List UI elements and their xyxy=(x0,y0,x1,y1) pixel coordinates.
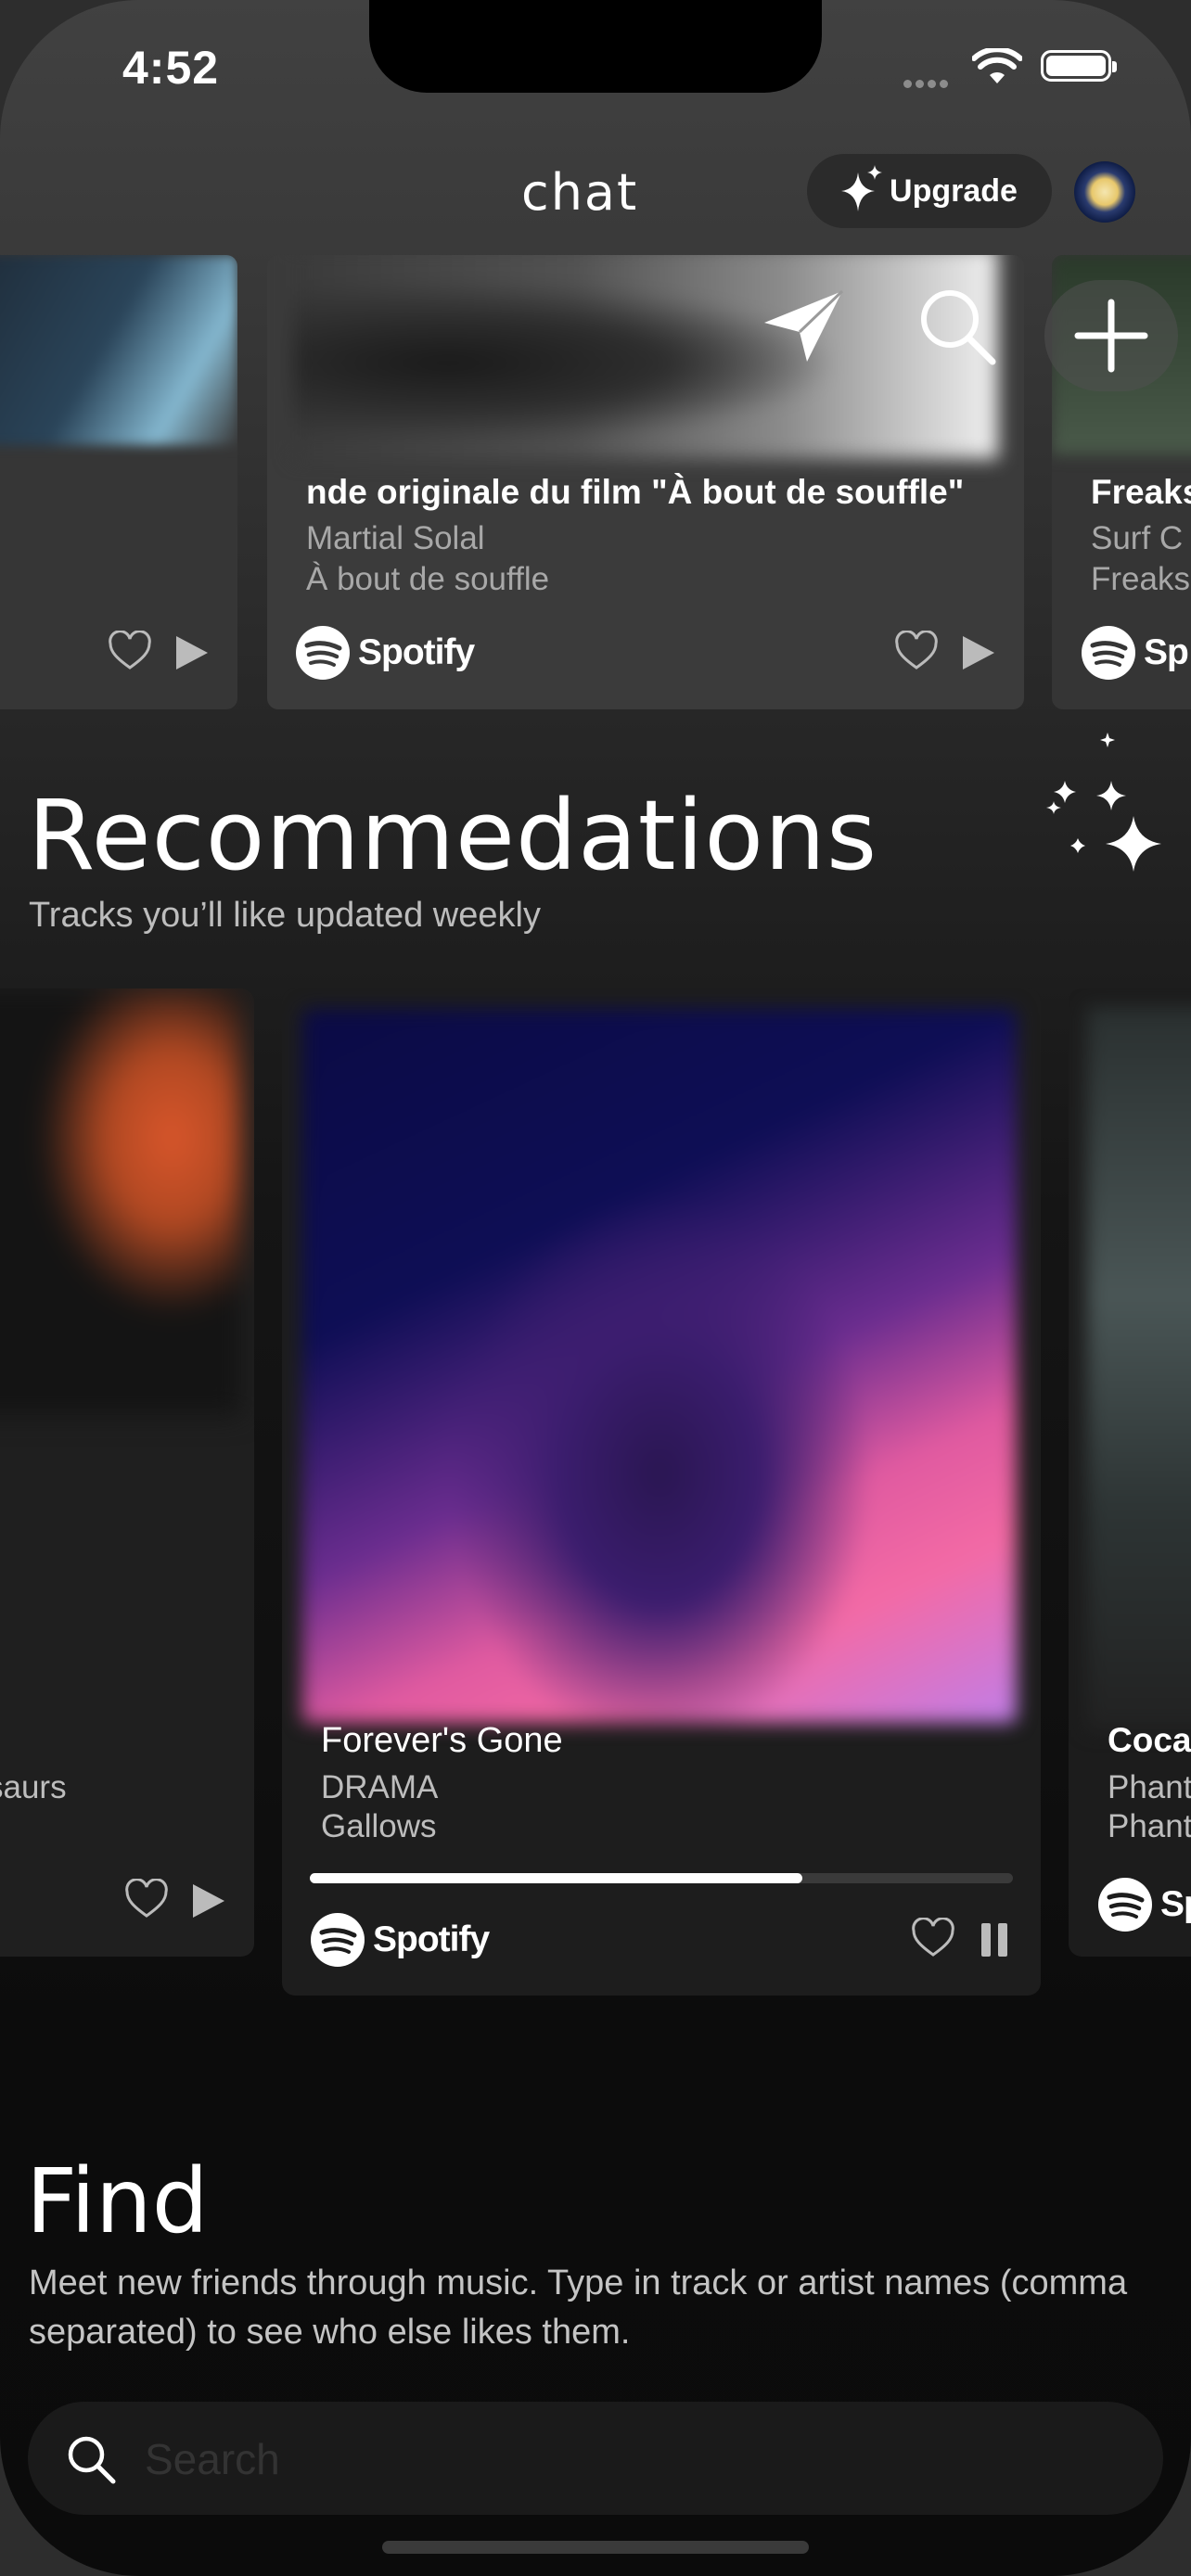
play-icon[interactable] xyxy=(961,634,996,671)
play-icon[interactable] xyxy=(174,634,210,671)
sparkles-icon xyxy=(841,165,883,211)
playback-progress-fill xyxy=(310,1873,802,1883)
track-artist: Martial Solal xyxy=(306,520,485,556)
header-title: chat xyxy=(521,163,639,222)
spotify-logo: Spotify xyxy=(295,625,475,681)
track-title: nde originale du film "À bout de souffle… xyxy=(306,473,965,511)
search-icon[interactable] xyxy=(916,286,998,367)
track-album: À bout de souffle xyxy=(306,561,550,597)
recommendations-subtitle: Tracks you’ll like updated weekly xyxy=(29,896,541,935)
track-album: saurs xyxy=(0,1769,67,1805)
add-button[interactable] xyxy=(1044,280,1178,391)
track-album: Gallows xyxy=(321,1808,437,1844)
search-icon xyxy=(68,2436,116,2484)
spotify-logo: Sp xyxy=(1081,625,1189,681)
find-description: Meet new friends through music. Type in … xyxy=(29,2264,1128,2352)
track-artist: Phant xyxy=(1108,1769,1191,1805)
heart-icon[interactable] xyxy=(894,631,939,671)
album-art xyxy=(0,988,241,1415)
playback-progress-bar[interactable] xyxy=(310,1873,1013,1883)
spotify-wordmark: Sp xyxy=(1160,1884,1191,1924)
status-time: 4:52 xyxy=(122,42,220,94)
album-art xyxy=(1087,1007,1191,1730)
upgrade-button[interactable]: Upgrade xyxy=(807,154,1052,228)
recommendations-title: Recommedations xyxy=(28,779,878,892)
spotify-wordmark: Spotify xyxy=(373,1919,490,1959)
sparkles-icon xyxy=(1046,733,1161,872)
spotify-logo: Sp xyxy=(1097,1877,1191,1932)
home-indicator xyxy=(382,2541,809,2554)
spotify-icon xyxy=(1098,1878,1152,1932)
spotify-icon xyxy=(296,626,350,680)
find-title: Find xyxy=(26,2149,209,2253)
upgrade-label: Upgrade xyxy=(890,172,1018,209)
track-title: Forever's Gone xyxy=(321,1721,563,1760)
search-bar[interactable] xyxy=(28,2402,1163,2517)
play-icon[interactable] xyxy=(191,1882,226,1919)
spotify-wordmark: Sp xyxy=(1144,632,1189,672)
device-notch xyxy=(369,0,822,93)
heart-icon[interactable] xyxy=(108,631,152,671)
recommendation-card[interactable] xyxy=(0,988,254,1957)
track-title: Freaks xyxy=(1091,473,1191,511)
send-icon[interactable] xyxy=(761,287,846,365)
spotify-icon xyxy=(311,1913,365,1967)
track-title: Coca xyxy=(1108,1721,1191,1759)
spotify-wordmark: Spotify xyxy=(358,632,475,672)
plus-icon xyxy=(1074,299,1148,373)
heart-icon[interactable] xyxy=(911,1918,955,1958)
cellular-signal-icon xyxy=(903,76,957,88)
app-screen: 4:52 chat Upgrade nde originale du film … xyxy=(0,0,1191,2576)
track-album: Phant xyxy=(1108,1808,1191,1844)
track-album: Freaks xyxy=(1091,561,1190,597)
spotify-icon xyxy=(1082,626,1135,680)
track-artist: Surf C xyxy=(1091,520,1184,556)
track-artist: DRAMA xyxy=(321,1769,439,1805)
wifi-icon xyxy=(972,48,1022,83)
battery-icon xyxy=(1041,50,1117,82)
user-avatar[interactable] xyxy=(1074,161,1135,223)
album-art xyxy=(293,255,998,459)
spotify-logo: Spotify xyxy=(310,1912,490,1968)
album-art xyxy=(302,1009,1017,1723)
album-art xyxy=(0,255,237,445)
heart-icon[interactable] xyxy=(124,1879,169,1919)
search-input[interactable] xyxy=(143,2402,1130,2517)
pause-icon[interactable] xyxy=(980,1921,1009,1958)
